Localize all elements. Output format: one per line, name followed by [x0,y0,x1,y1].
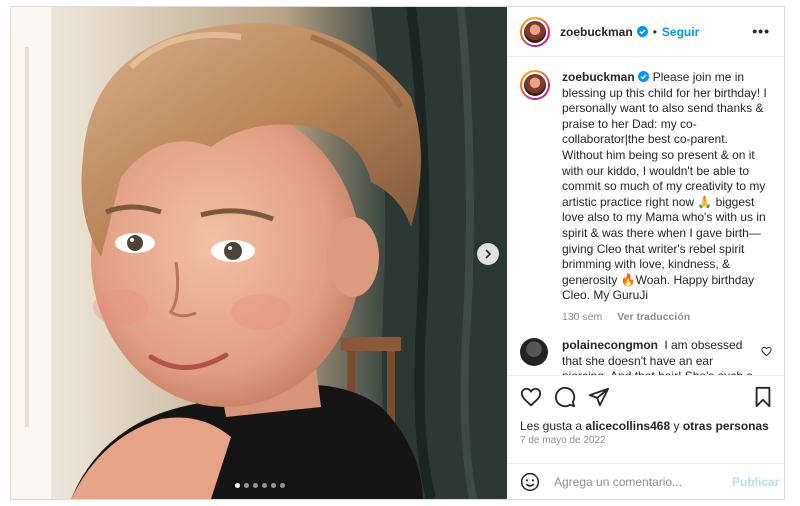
avatar-image [522,72,548,98]
header-separator: • [652,24,657,39]
comment-input[interactable] [554,474,722,489]
comments-section[interactable]: zoebuckman Please join me in blessing up … [508,58,784,375]
verified-icon [636,26,648,37]
instagram-post: zoebuckman • Seguir ••• zoebuckman Please… [10,6,785,500]
carousel-dot [235,483,240,488]
carousel-dot [253,483,258,488]
chevron-right-icon [485,249,492,259]
likes-connector: y [673,419,680,433]
emoji-icon[interactable] [520,472,540,492]
post-header: zoebuckman • Seguir ••• [508,7,784,57]
photo-illustration [11,7,507,499]
comment-body: polainecongmon I am obsessed that she do… [562,338,758,375]
caption-meta: 130 sem Ver traducción [562,310,770,326]
follow-button[interactable]: Seguir [662,25,699,39]
post-side-panel: zoebuckman • Seguir ••• zoebuckman Please… [508,7,784,499]
carousel-dot [280,483,285,488]
comment-icon[interactable] [554,386,576,408]
caption-age: 130 sem [562,310,603,323]
heart-icon[interactable] [520,386,542,408]
post-date: 7 de mayo de 2022 [520,435,606,446]
caption-avatar[interactable] [520,70,550,100]
more-icon[interactable]: ••• [752,23,770,39]
carousel-dot [244,483,249,488]
carousel-dot [262,483,267,488]
likes-prefix: Les gusta a [520,419,583,433]
caption: zoebuckman Please join me in blessing up … [520,70,770,326]
likes-others[interactable]: otras personas [683,419,769,433]
post-photo[interactable] [11,7,507,499]
bookmark-icon[interactable] [752,386,774,408]
carousel-indicator [235,483,285,488]
avatar-image [522,18,548,45]
caption-body: zoebuckman Please join me in blessing up … [562,70,770,326]
likes-summary: Les gusta a alicecollins468 y otras pers… [520,419,769,433]
comment-username[interactable]: polainecongmon [562,338,658,352]
carousel-next-button[interactable] [477,243,499,265]
comment-like-icon[interactable] [761,346,772,357]
verified-icon [637,71,649,82]
comment-avatar[interactable] [520,338,548,366]
caption-username[interactable]: zoebuckman [562,70,635,84]
publish-button[interactable]: Publicar [732,475,779,489]
comment-item: polainecongmon I am obsessed that she do… [520,338,772,375]
share-icon[interactable] [588,386,610,408]
likes-user[interactable]: alicecollins468 [585,419,670,433]
translate-button[interactable]: Ver traducción [617,311,690,323]
add-comment-bar: Publicar [508,463,784,499]
caption-text: Please join me in blessing up this child… [562,70,767,303]
header-username[interactable]: zoebuckman [560,25,633,39]
action-bar [508,375,784,415]
avatar[interactable] [520,16,550,47]
carousel-dot [271,483,276,488]
